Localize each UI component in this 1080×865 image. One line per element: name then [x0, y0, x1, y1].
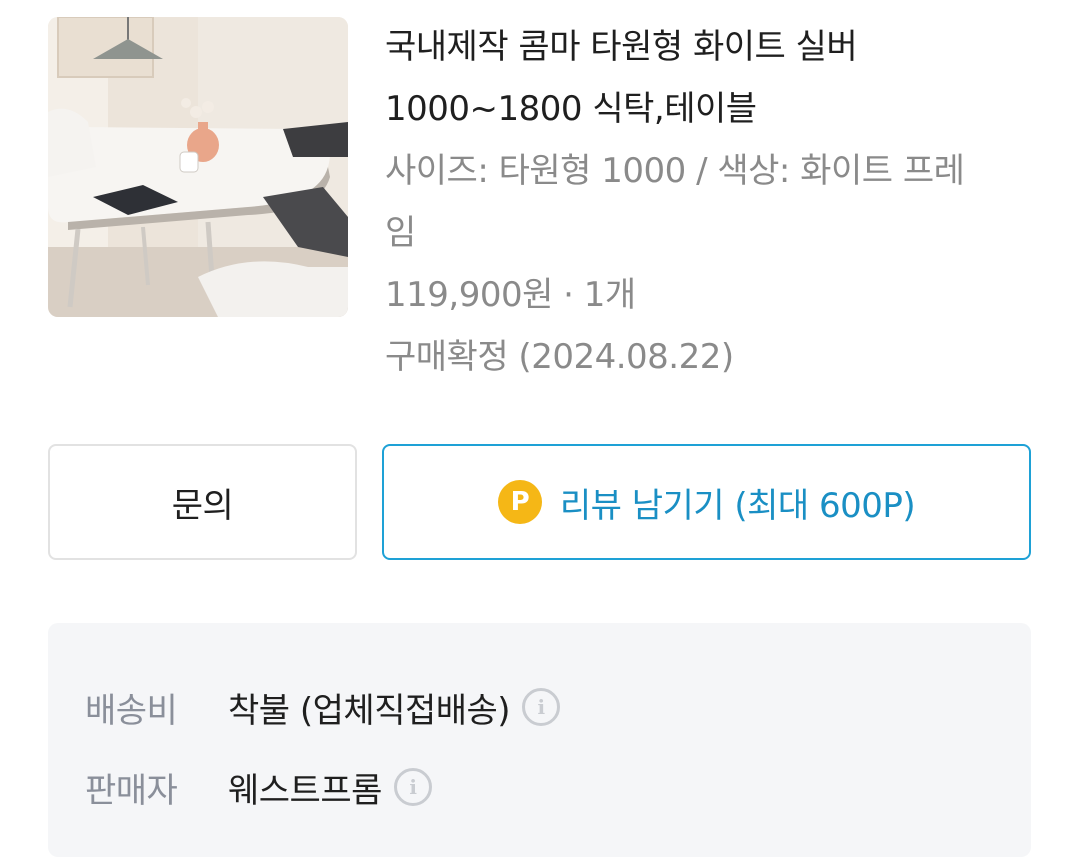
product-option-line2: 임 [385, 213, 416, 253]
product-title-line2[interactable]: 1000~1800 식탁,테이블 [385, 78, 1045, 140]
info-icon[interactable]: i [522, 688, 561, 726]
point-icon: P [497, 480, 542, 524]
order-item-card: 국내제작 콤마 타원형 화이트 실버 1000~1800 식탁,테이블 사이즈:… [0, 0, 1080, 865]
product-info: 국내제작 콤마 타원형 화이트 실버 1000~1800 식탁,테이블 사이즈:… [385, 16, 1045, 388]
info-icon[interactable]: i [393, 768, 432, 806]
inquiry-button-label: 문의 [171, 485, 234, 526]
inquiry-button[interactable]: 문의 [48, 444, 357, 560]
write-review-label: 리뷰 남기기 (최대 600P) [559, 485, 916, 526]
shipping-fee-value: 착불 (업체직접배송) [228, 690, 511, 731]
delivery-info-box: 배송비 착불 (업체직접배송) i 판매자 웨스트프롬 i [48, 623, 1031, 857]
write-review-button[interactable]: P 리뷰 남기기 (최대 600P) [382, 444, 1031, 560]
product-option: 사이즈: 타원형 1000 / 색상: 화이트 프레 [385, 151, 965, 191]
seller-label: 판매자 [85, 770, 178, 811]
product-image[interactable] [48, 17, 348, 317]
product-title[interactable]: 국내제작 콤마 타원형 화이트 실버 [385, 16, 1045, 78]
price-quantity: 119,900원 · 1개 [385, 275, 636, 315]
shipping-fee-label: 배송비 [85, 690, 178, 731]
shipping-fee-row: 배송비 착불 (업체직접배송) i [48, 667, 1031, 747]
seller-row: 판매자 웨스트프롬 i [48, 747, 1031, 827]
order-status: 구매확정 (2024.08.22) [385, 337, 734, 377]
seller-name: 웨스트프롬 [228, 770, 382, 811]
